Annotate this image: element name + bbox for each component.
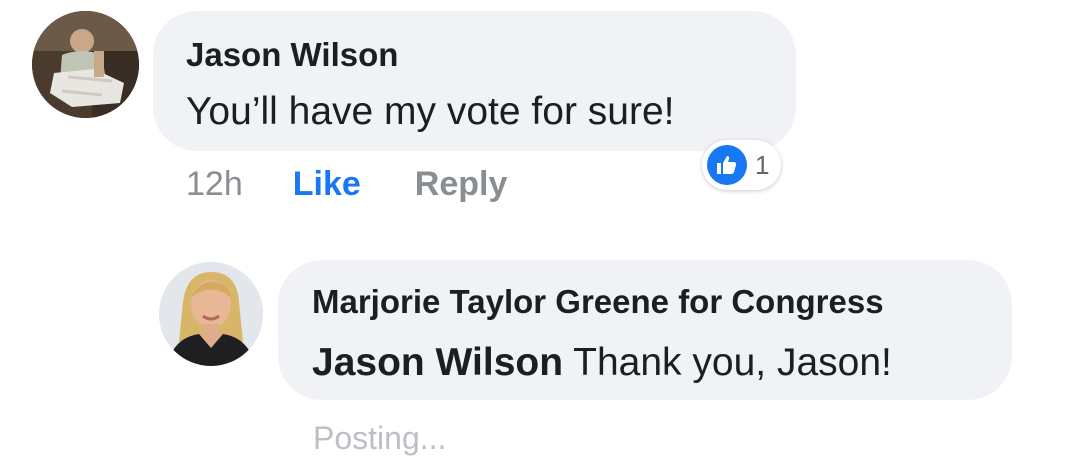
replier-avatar[interactable] <box>159 262 263 366</box>
commenter-avatar[interactable] <box>32 11 139 118</box>
reaction-summary[interactable]: 1 <box>702 140 782 190</box>
comment-author[interactable]: Jason Wilson <box>186 35 764 75</box>
posting-status: Posting... <box>313 420 447 456</box>
reply-button[interactable]: Reply <box>415 165 508 204</box>
comment-text: You’ll have my vote for sure! <box>186 90 675 133</box>
comment-actions: 12h Like Reply <box>186 160 507 208</box>
like-button[interactable]: Like <box>293 165 361 204</box>
thumbs-up-icon <box>707 145 747 185</box>
reply-author[interactable]: Marjorie Taylor Greene for Congress <box>312 282 980 322</box>
reply-mention[interactable]: Jason Wilson <box>312 341 563 384</box>
comment-timestamp[interactable]: 12h <box>186 165 243 204</box>
reply-text-line: Jason Wilson Thank you, Jason! <box>312 338 980 388</box>
reaction-count: 1 <box>755 149 770 180</box>
commenter-photo <box>32 11 139 118</box>
reply-bubble: Marjorie Taylor Greene for Congress Jaso… <box>278 260 1012 400</box>
replier-photo <box>159 262 263 366</box>
comment-bubble: Jason Wilson You’ll have my vote for sur… <box>153 11 796 151</box>
reply-text: Thank you, Jason! <box>563 341 892 384</box>
